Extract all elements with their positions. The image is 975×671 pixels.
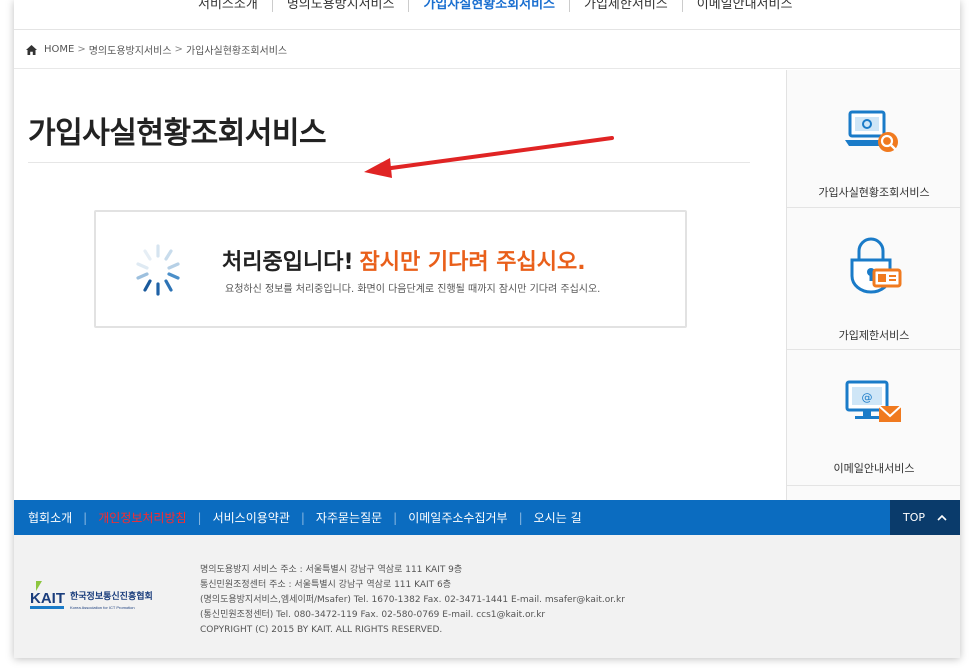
browser-page: 서비스소개 명의도용방지서비스 가입사실현황조회서비스 가입제한서비스 이메일안… <box>14 0 960 658</box>
breadcrumb-home[interactable]: HOME <box>44 44 74 55</box>
page-title: 가입사실현황조회서비스 <box>28 116 327 151</box>
footer-link-email-refusal[interactable]: 이메일주소수집거부 <box>408 509 507 526</box>
footer-line: 통신민원조정센터 주소 : 서울특별시 강남구 역삼로 111 KAIT 6층 <box>200 580 452 590</box>
logo-wordmark: KAIT <box>30 590 65 607</box>
topnav-item-service-intro[interactable]: 서비스소개 <box>184 0 272 12</box>
laptop-search-icon <box>845 110 898 152</box>
footer-link-privacy-policy[interactable]: 개인정보처리방침 <box>98 509 186 526</box>
loading-headline-accent: 잠시만 기다려 주십시오. <box>359 250 586 275</box>
service-sidebar: 가입사실현황조회서비스 가입제한서비스 @ 이메일안내서비스 <box>786 70 960 500</box>
kait-logo: KAIT 한국정보통신진흥협회 Korea Association for IC… <box>30 581 153 610</box>
footer-navigation: 협회소개 | 개인정보처리방침 | 서비스이용약관 | 자주묻는질문 | 이메일… <box>14 500 960 535</box>
sidebar-item-subscription-limit[interactable]: 가입제한서비스 <box>787 212 960 350</box>
top-nav-menu: 서비스소개 명의도용방지서비스 가입사실현황조회서비스 가입제한서비스 이메일안… <box>184 0 806 12</box>
footer-separator: | <box>393 510 398 525</box>
site-footer: KAIT 한국정보통신진흥협회 Korea Association for IC… <box>14 535 960 658</box>
footer-link-about[interactable]: 협회소개 <box>28 509 72 526</box>
top-navigation: 서비스소개 명의도용방지서비스 가입사실현황조회서비스 가입제한서비스 이메일안… <box>14 0 960 30</box>
sidebar-item-email-notice[interactable]: @ 이메일안내서비스 <box>787 354 960 486</box>
copyright: COPYRIGHT (C) 2015 BY KAIT. ALL RIGHTS R… <box>200 625 443 635</box>
home-icon[interactable] <box>26 44 37 55</box>
footer-line: (명의도용방지서비스,엠세이퍼/Msafer) Tel. 1670-1382 F… <box>200 595 625 605</box>
monitor-mail-icon: @ <box>845 380 902 422</box>
footer-line: 명의도용방지 서비스 주소 : 서울특별시 강남구 역삼로 111 KAIT 9… <box>200 565 463 575</box>
loading-headline: 처리중입니다! 잠시만 기다려 주십시오. <box>222 244 586 276</box>
breadcrumb-separator: > <box>174 44 183 55</box>
loading-headline-text: 처리중입니다! <box>222 250 354 275</box>
loading-description: 요청하신 정보를 처리중입니다. 화면이 다음단계로 진행될 때까지 잠시만 기… <box>225 284 601 295</box>
footer-link-terms[interactable]: 서비스이용약관 <box>213 509 290 526</box>
breadcrumb-separator: > <box>77 44 86 55</box>
topnav-item-subscription-limit[interactable]: 가입제한서비스 <box>569 0 682 12</box>
footer-separator: | <box>197 510 202 525</box>
loading-message-box: 처리중입니다! 잠시만 기다려 주십시오. 요청하신 정보를 처리중입니다. 화면… <box>94 210 687 328</box>
loading-spinner-icon <box>136 244 180 296</box>
footer-separator: | <box>300 510 305 525</box>
lock-id-card-icon <box>850 237 902 294</box>
main-content: 가입사실현황조회서비스 처리중입니다! 잠시만 기다려 주십시오. 요청하신 정… <box>14 70 786 500</box>
top-button-label: TOP <box>902 511 925 524</box>
scroll-to-top-button[interactable]: TOP <box>890 500 960 535</box>
breadcrumb: HOME > 명의도용방지서비스 > 가입사실현황조회서비스 <box>14 31 960 69</box>
sidebar-item-label: 가입사실현황조회서비스 <box>818 186 930 199</box>
footer-separator: | <box>518 510 523 525</box>
footer-line: (통신민원조정센터) Tel. 080-3472-119 Fax. 02-580… <box>200 610 546 620</box>
logo-org-name: 한국정보통신진흥협회 <box>70 590 153 602</box>
sidebar-item-label: 이메일안내서비스 <box>833 462 915 475</box>
topnav-item-identity-protection[interactable]: 명의도용방지서비스 <box>271 0 409 12</box>
svg-text:@: @ <box>862 391 873 404</box>
topnav-item-subscription-inquiry[interactable]: 가입사실현황조회서비스 <box>408 0 569 12</box>
footer-separator: | <box>83 510 88 525</box>
footer-link-faq[interactable]: 자주묻는질문 <box>316 509 382 526</box>
logo-org-subtitle: Korea Association for ICT Promotion <box>70 605 135 610</box>
sidebar-item-label: 가입제한서비스 <box>838 329 910 342</box>
sidebar-item-subscription-inquiry[interactable]: 가입사실현황조회서비스 <box>787 70 960 208</box>
breadcrumb-level1[interactable]: 명의도용방지서비스 <box>89 42 172 57</box>
footer-link-directions[interactable]: 오시는 길 <box>534 509 582 526</box>
footer-contact-info: 명의도용방지 서비스 주소 : 서울특별시 강남구 역삼로 111 KAIT 9… <box>200 563 625 638</box>
chevron-up-icon <box>937 514 947 521</box>
red-arrow-annotation <box>364 136 614 178</box>
breadcrumb-level2[interactable]: 가입사실현황조회서비스 <box>186 42 287 57</box>
topnav-item-email-notice[interactable]: 이메일안내서비스 <box>681 0 807 12</box>
